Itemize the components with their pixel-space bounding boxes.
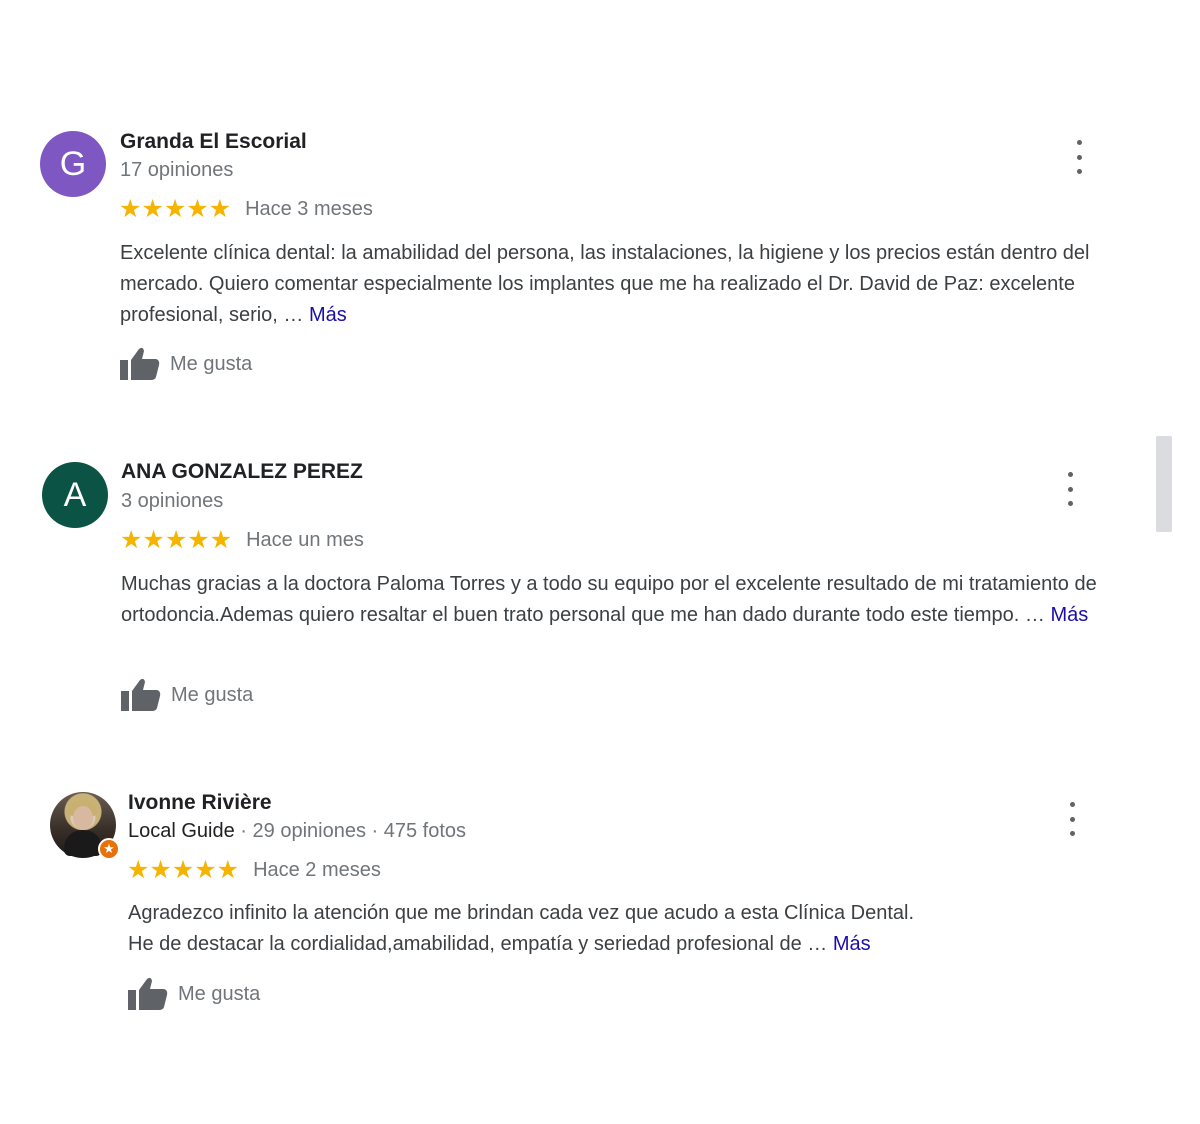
avatar[interactable]: A bbox=[42, 462, 108, 528]
more-vert-icon[interactable] bbox=[1062, 802, 1082, 836]
avatar-initial: G bbox=[59, 144, 87, 183]
reviewer-name[interactable]: Ivonne Rivière bbox=[128, 791, 272, 815]
reviewer-photo-count: 475 fotos bbox=[383, 820, 467, 842]
more-link[interactable]: Más bbox=[1050, 604, 1088, 626]
like-button[interactable]: Me gusta bbox=[128, 976, 260, 1012]
local-guide-label: Local Guide bbox=[128, 820, 235, 842]
reviewer-name[interactable]: Granda El Escorial bbox=[120, 130, 307, 154]
review-body: Muchas gracias a la doctora Paloma Torre… bbox=[121, 573, 1097, 626]
review-date: Hace 3 meses bbox=[245, 198, 373, 220]
reviewer-meta[interactable]: Local Guide · 29 opiniones · 475 fotos bbox=[128, 820, 466, 843]
review-text: Excelente clínica dental: la amabilidad … bbox=[120, 238, 1135, 331]
thumbs-up-icon bbox=[128, 977, 168, 1010]
avatar-initial: A bbox=[63, 475, 87, 514]
review-date: Hace 2 meses bbox=[253, 859, 381, 881]
review-text: Agradezco infinito la atención que me br… bbox=[128, 898, 1128, 960]
avatar[interactable]: ★ bbox=[50, 792, 120, 860]
star-rating: ★★★★★ bbox=[120, 526, 233, 554]
reviewer-review-count[interactable]: 3 opiniones bbox=[121, 490, 223, 513]
star-rating: ★★★★★ bbox=[127, 856, 240, 884]
rating-row: ★★★★★ Hace 2 meses bbox=[127, 858, 381, 883]
like-button[interactable]: Me gusta bbox=[120, 346, 252, 382]
thumbs-up-icon bbox=[121, 678, 161, 711]
review-text: Muchas gracias a la doctora Paloma Torre… bbox=[121, 569, 1126, 631]
review-body-line-2: He de destacar la cordialidad,amabilidad… bbox=[128, 933, 833, 955]
like-button[interactable]: Me gusta bbox=[121, 677, 253, 713]
like-label: Me gusta bbox=[178, 982, 261, 1005]
reviewer-review-count: 29 opiniones bbox=[252, 820, 366, 842]
meta-separator: · bbox=[234, 820, 253, 842]
reviewer-review-count[interactable]: 17 opiniones bbox=[120, 159, 233, 182]
rating-row: ★★★★★ Hace 3 meses bbox=[119, 197, 373, 222]
more-vert-icon[interactable] bbox=[1060, 472, 1080, 506]
rating-row: ★★★★★ Hace un mes bbox=[120, 528, 364, 553]
review-body-line-1: Agradezco infinito la atención que me br… bbox=[128, 902, 915, 924]
more-vert-icon[interactable] bbox=[1069, 140, 1089, 174]
more-link[interactable]: Más bbox=[309, 304, 347, 326]
thumbs-up-icon bbox=[120, 347, 160, 380]
meta-separator: · bbox=[365, 820, 384, 842]
avatar-photo-body bbox=[64, 830, 102, 856]
like-label: Me gusta bbox=[170, 352, 253, 375]
scrollbar-thumb[interactable] bbox=[1156, 436, 1172, 532]
review-date: Hace un mes bbox=[246, 529, 364, 551]
like-label: Me gusta bbox=[171, 683, 254, 706]
review-body: Excelente clínica dental: la amabilidad … bbox=[120, 242, 1090, 326]
more-link[interactable]: Más bbox=[833, 933, 871, 955]
avatar-photo-face bbox=[73, 806, 93, 830]
local-guide-star-icon: ★ bbox=[98, 838, 120, 860]
reviewer-name[interactable]: ANA GONZALEZ PEREZ bbox=[121, 460, 363, 484]
avatar[interactable]: G bbox=[40, 131, 106, 197]
star-rating: ★★★★★ bbox=[119, 195, 232, 223]
